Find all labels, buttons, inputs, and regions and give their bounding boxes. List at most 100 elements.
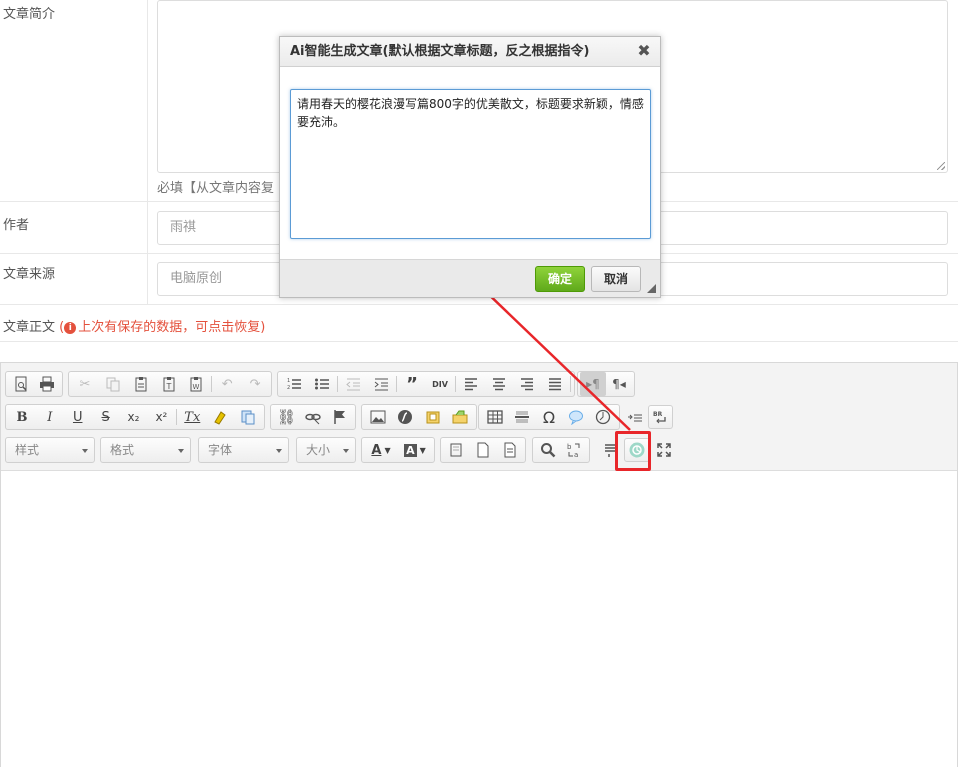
copy-icon[interactable] — [99, 372, 127, 396]
editor-toolbar: ✂ T W ↶ ↷ 12 ” DIV ▸¶ ¶◂ B I U S x₂ x² T… — [1, 363, 957, 471]
blockquote-icon[interactable]: ” — [398, 372, 426, 396]
svg-text:b: b — [567, 443, 572, 451]
file-icon[interactable] — [419, 405, 447, 429]
document-icon[interactable] — [496, 438, 523, 462]
restore-close-paren: ) — [260, 320, 266, 335]
format-combo[interactable]: 格式 — [100, 437, 191, 463]
resize-grip-icon[interactable] — [647, 284, 656, 293]
dialog-title: Ai智能生成文章(默认根据文章标题，反之根据指令) — [290, 44, 590, 59]
chevron-down-icon — [82, 449, 88, 453]
strikethrough-icon[interactable]: S — [92, 405, 120, 429]
text-color-icon[interactable]: A ▼ — [364, 438, 398, 462]
toolbar-group-clipboard: ✂ T W ↶ ↷ — [68, 371, 272, 397]
align-center-icon[interactable] — [485, 372, 513, 396]
svg-text:W: W — [193, 383, 200, 391]
dialog-footer: 确定 取消 — [280, 259, 660, 297]
anchor-flag-icon[interactable] — [326, 405, 353, 429]
ai-generate-dialog: Ai智能生成文章(默认根据文章标题，反之根据指令) ✖ 请用春天的樱花浪漫写篇8… — [279, 36, 661, 298]
svg-text:T: T — [165, 382, 171, 391]
outdent-icon[interactable] — [339, 372, 367, 396]
toolbar-group-misc: BR — [621, 404, 675, 430]
editor-content-area[interactable] — [1, 471, 957, 768]
paste-text-icon[interactable]: T — [155, 372, 183, 396]
body-label-row: 文章正文 (i 上次有保存的数据，可点击恢复) — [0, 305, 958, 342]
bold-icon[interactable]: B — [8, 405, 36, 429]
special-char-icon[interactable]: Ω — [535, 405, 562, 429]
horizontal-rule-icon[interactable] — [508, 405, 535, 429]
text-direction-ltr-icon[interactable]: ▸¶ — [580, 372, 606, 396]
separator — [337, 376, 338, 392]
maximize-icon[interactable] — [650, 438, 677, 462]
smiley-icon[interactable] — [563, 405, 590, 429]
toolbar-group-paragraph: 12 ” DIV — [277, 371, 575, 397]
align-justify-icon[interactable] — [541, 372, 569, 396]
superscript-icon[interactable]: x² — [147, 405, 175, 429]
preview-icon[interactable] — [8, 372, 34, 396]
chevron-down-icon — [343, 449, 349, 453]
body-label-text: 文章正文 — [3, 320, 56, 335]
separator — [211, 376, 213, 392]
indent-icon[interactable] — [367, 372, 395, 396]
new-page-icon[interactable] — [470, 438, 497, 462]
size-combo-label: 大小 — [306, 443, 331, 457]
image-icon[interactable] — [364, 405, 392, 429]
toolbar-group-find: ba — [532, 437, 590, 463]
table-icon[interactable] — [481, 405, 508, 429]
line-break-icon[interactable]: BR — [647, 405, 673, 429]
unlink-icon[interactable] — [300, 405, 327, 429]
rich-text-editor: ✂ T W ↶ ↷ 12 ” DIV ▸¶ ¶◂ B I U S x₂ x² T… — [0, 362, 958, 768]
link-icon[interactable]: ⛓ — [273, 405, 300, 429]
svg-text:BR: BR — [653, 411, 663, 418]
text-direction-rtl-icon[interactable]: ¶◂ — [606, 372, 632, 396]
info-icon: i — [64, 322, 77, 334]
undo-icon[interactable]: ↶ — [213, 372, 241, 396]
toolbar-group-colors: A ▼ A ▼ — [361, 437, 435, 463]
summary-help-text: 必填【从文章内容复 — [157, 181, 275, 196]
font-combo[interactable]: 字体 — [198, 437, 289, 463]
paste-icon[interactable] — [127, 372, 155, 396]
insert-code-icon[interactable] — [623, 405, 648, 429]
toolbar-group-insert-objects: Ω — [478, 404, 620, 430]
flash-icon[interactable] — [392, 405, 420, 429]
redo-icon[interactable]: ↷ — [241, 372, 269, 396]
template-icon[interactable] — [447, 405, 475, 429]
italic-icon[interactable]: I — [36, 405, 64, 429]
subscript-icon[interactable]: x₂ — [120, 405, 148, 429]
confirm-button[interactable]: 确定 — [535, 266, 585, 292]
numbered-list-icon[interactable]: 12 — [280, 372, 308, 396]
replace-icon[interactable]: ba — [561, 438, 587, 462]
copy-format-icon[interactable] — [206, 405, 234, 429]
align-right-icon[interactable] — [513, 372, 541, 396]
background-color-icon[interactable]: A ▼ — [398, 438, 432, 462]
close-icon[interactable]: ✖ — [636, 43, 652, 59]
restore-notice[interactable]: (i 上次有保存的数据，可点击恢复) — [59, 320, 265, 335]
style-combo[interactable]: 样式 — [5, 437, 95, 463]
paste-word-icon[interactable]: W — [182, 372, 210, 396]
cancel-button[interactable]: 取消 — [591, 266, 641, 292]
source-label: 文章来源 — [3, 267, 56, 282]
size-combo[interactable]: 大小 — [296, 437, 356, 463]
ai-button-highlight — [615, 431, 651, 471]
chevron-down-icon — [178, 449, 184, 453]
toolbar-group-document — [5, 371, 63, 397]
restore-notice-text[interactable]: 上次有保存的数据，可点击恢复 — [78, 320, 260, 335]
remove-format-icon[interactable]: Tx — [178, 405, 206, 429]
svg-text:2: 2 — [287, 385, 290, 391]
prompt-textarea[interactable]: 请用春天的樱花浪漫写篇800字的优美散文，标题要求新颖，情感要充沛。 — [290, 89, 651, 239]
bulleted-list-icon[interactable] — [308, 372, 336, 396]
resize-grip-icon[interactable] — [937, 162, 945, 170]
dialog-title-bar[interactable]: Ai智能生成文章(默认根据文章标题，反之根据指令) ✖ — [280, 37, 660, 67]
style-combo-label: 样式 — [15, 443, 40, 457]
search-icon[interactable] — [535, 438, 561, 462]
create-div-icon[interactable]: DIV — [426, 372, 454, 396]
show-blocks-icon[interactable] — [443, 438, 470, 462]
separator — [176, 409, 178, 425]
underline-icon[interactable]: U — [64, 405, 92, 429]
separator — [396, 376, 397, 392]
paste-format-icon[interactable] — [234, 405, 262, 429]
align-left-icon[interactable] — [457, 372, 485, 396]
print-icon[interactable] — [34, 372, 60, 396]
toolbar-group-links: ⛓ — [270, 404, 356, 430]
page-break-icon[interactable] — [590, 405, 617, 429]
cut-icon[interactable]: ✂ — [71, 372, 99, 396]
